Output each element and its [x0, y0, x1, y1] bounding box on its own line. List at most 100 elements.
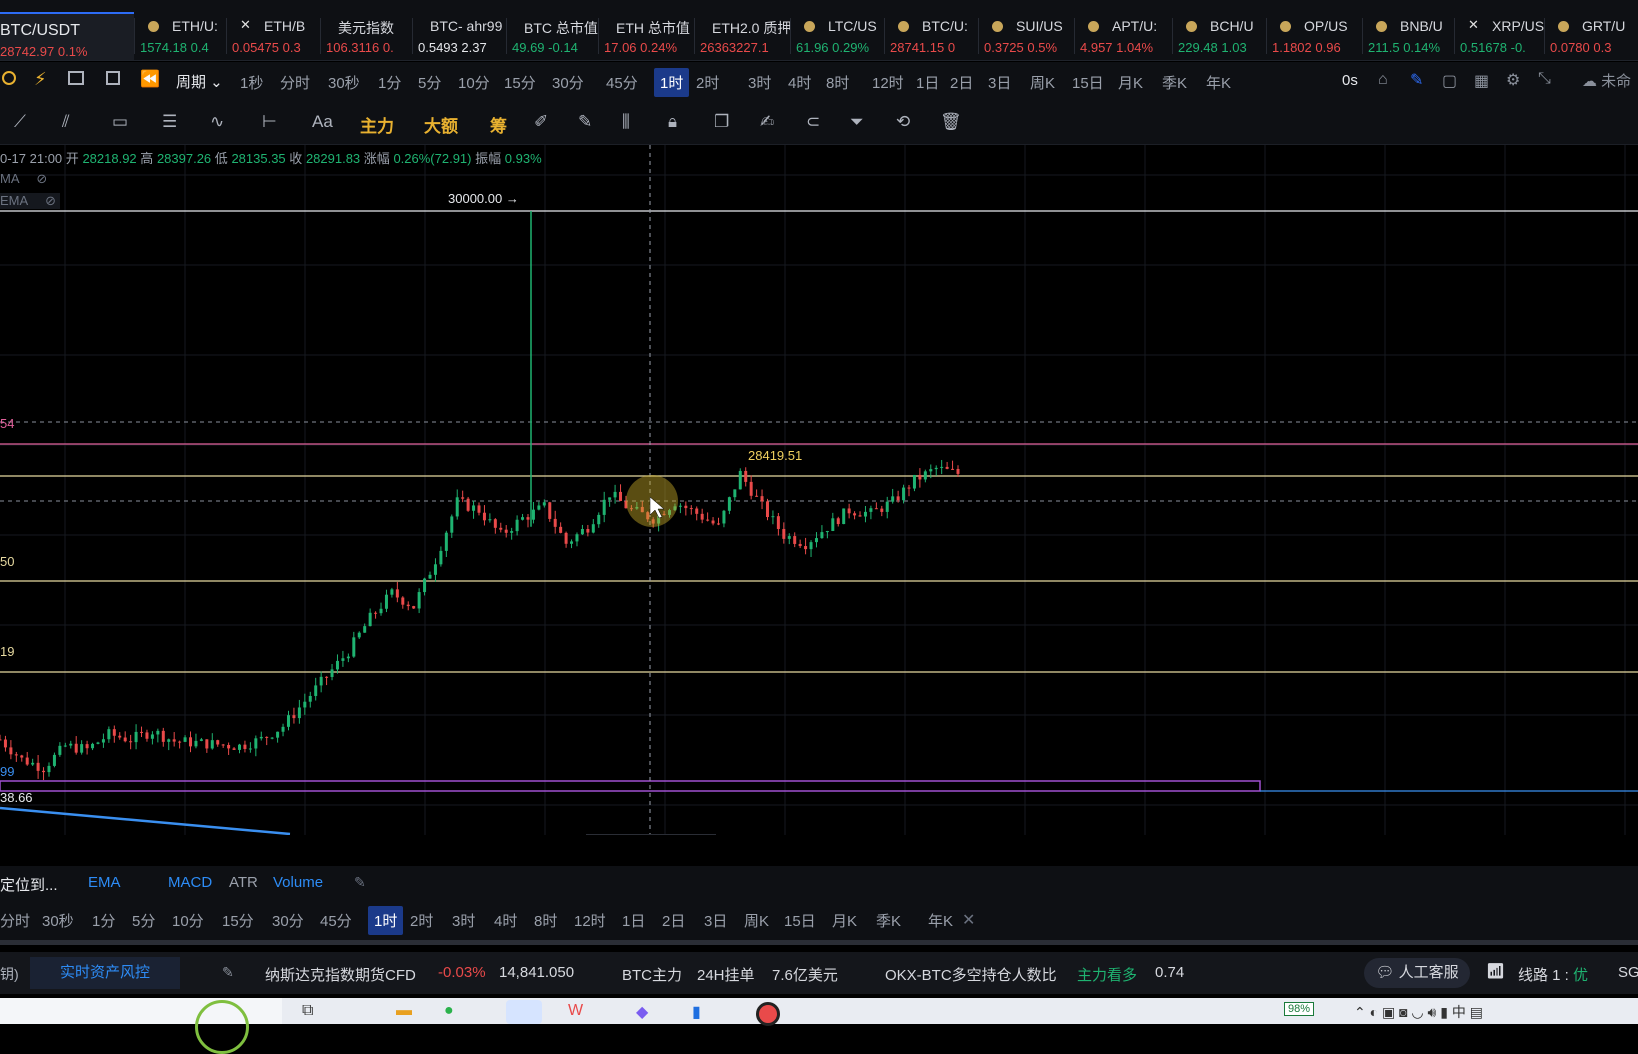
period-option[interactable]: 15日 [1072, 72, 1104, 93]
sub-period-option[interactable]: 1日 [622, 910, 645, 931]
period-option[interactable]: 年K [1206, 72, 1231, 93]
ticker-item[interactable]: ✕ ETH/B 0.05475 0.3 [232, 12, 324, 60]
ticker-item[interactable]: ✕ XRP/US 0.51678 -0. [1460, 12, 1550, 60]
period-option[interactable]: 2时 [696, 72, 719, 93]
tray-icons[interactable]: ⌃ ◐ ▣ ◙ ◡ 🔊︎ ▮ 中 ▤ [1354, 1002, 1483, 1022]
period-option[interactable]: 1分 [378, 72, 401, 93]
ticker-item[interactable]: BNB/U 211.5 0.14% [1368, 12, 1458, 60]
period-dropdown[interactable]: 周期 ⌄ [176, 71, 223, 92]
collapse-icon[interactable]: ⤡ [1538, 70, 1551, 88]
main-ticker[interactable]: BTC/USDT 28742.97 0.1% [0, 12, 134, 60]
edit-icon-status[interactable]: ✎ [222, 964, 234, 981]
period-option[interactable]: 3日 [988, 72, 1011, 93]
chips-button[interactable]: 筹 [490, 112, 507, 137]
edit-indicator-icon[interactable]: ✎ [354, 874, 366, 891]
ticker-item[interactable]: GRT/U 0.0780 0.3 [1550, 12, 1638, 60]
ma-overlay-label[interactable]: MA ⊘ [0, 171, 47, 187]
folder-icon[interactable]: ▬ [396, 1002, 412, 1020]
layout-icon[interactable] [106, 71, 120, 85]
ticker-item[interactable]: BTC/U: 28741.15 0 [890, 12, 980, 60]
ticker-item[interactable]: 美元指数 106.3116 0. [326, 12, 418, 60]
calendar-icon[interactable] [68, 71, 84, 85]
period-option[interactable]: 30秒 [328, 72, 360, 93]
measure-tool-icon[interactable]: ⊢ [262, 112, 277, 132]
close-icon[interactable]: ✕ [962, 910, 975, 930]
sub-period-option[interactable]: 2日 [662, 910, 685, 931]
trash-icon[interactable]: 🗑︎ [940, 112, 962, 132]
main-force-button[interactable]: 主力 [360, 112, 394, 137]
sub-period-option[interactable]: 15日 [784, 910, 816, 931]
sub-period-option[interactable]: 4时 [494, 910, 517, 931]
sub-period-option[interactable]: 30秒 [42, 910, 74, 931]
copy-icon[interactable]: ❐ [714, 112, 729, 132]
app-logo-icon[interactable] [195, 1000, 249, 1054]
sync-icon[interactable]: ⟲ [896, 112, 910, 132]
ticker-item[interactable]: ETH/U: 1574.18 0.4 [140, 12, 230, 60]
wave-tool-icon[interactable]: ∿ [210, 112, 224, 132]
edit-icon[interactable]: ✍ [760, 112, 774, 132]
chart-canvas[interactable]: 30000.00 →28419.515450199938.6610月 1310月… [0, 145, 1638, 835]
chart-icon[interactable]: ▦ [1474, 71, 1489, 91]
period-option[interactable]: 1秒 [240, 72, 263, 93]
period-option[interactable]: 10分 [458, 72, 490, 93]
locate-button[interactable]: 定位到... [0, 874, 58, 895]
big-amount-button[interactable]: 大额 [424, 112, 458, 137]
magnet-icon[interactable]: ⊂ [806, 112, 820, 132]
sub-period-option[interactable]: 8时 [534, 910, 557, 931]
camera-icon[interactable]: ⌂ [1378, 71, 1388, 89]
wechat-icon[interactable]: ● [444, 1002, 454, 1020]
ticker-item[interactable]: ETH 总市值 17.06 0.24% [604, 12, 696, 60]
record-icon[interactable] [756, 1002, 780, 1026]
parallel-tool-icon[interactable]: ⫽ [62, 112, 70, 132]
period-option[interactable]: 4时 [788, 72, 811, 93]
indicator-macd[interactable]: MACD [168, 874, 212, 891]
sub-period-option[interactable]: 3时 [452, 910, 475, 931]
period-option[interactable]: 1时 [654, 68, 690, 97]
document-icon[interactable]: ▮ [692, 1002, 701, 1022]
sub-period-option[interactable]: 月K [832, 910, 857, 931]
sub-period-option[interactable]: 周K [744, 910, 769, 931]
period-option[interactable]: 3时 [748, 72, 771, 93]
sub-period-option[interactable]: 2时 [410, 910, 433, 931]
period-option[interactable]: 30分 [552, 72, 584, 93]
settings-icon[interactable]: ⚙ [1506, 70, 1520, 90]
period-option[interactable]: 1日 [916, 72, 939, 93]
ticker-item[interactable]: BCH/U 229.48 1.03 [1178, 12, 1270, 60]
pencil-icon[interactable]: ✎ [1410, 70, 1423, 90]
app-icon[interactable]: ◆ [636, 1002, 648, 1022]
clock-icon[interactable] [2, 71, 16, 85]
period-option[interactable]: 2日 [950, 72, 973, 93]
period-option[interactable]: 15分 [504, 72, 536, 93]
rewind-icon[interactable]: ⏪ [140, 69, 160, 89]
eraser-icon[interactable]: ✎ [578, 112, 592, 132]
sub-period-option[interactable]: 年K [928, 910, 953, 931]
sub-period-option[interactable]: 分时 [0, 910, 30, 931]
wps-icon[interactable]: W [568, 1002, 583, 1020]
indicator-atr[interactable]: ATR [229, 874, 258, 891]
ticker-item[interactable]: BTC 总市值 49.69 -0.14 [512, 12, 604, 60]
line-tool-icon[interactable]: ⟋ [14, 112, 26, 132]
rect-tool-icon[interactable]: ▭ [112, 112, 128, 132]
sub-period-option[interactable]: 3日 [704, 910, 727, 931]
sub-period-option[interactable]: 12时 [574, 910, 606, 931]
sub-period-option[interactable]: 1时 [368, 906, 404, 935]
indicator-ema[interactable]: EMA [88, 874, 121, 891]
line-label[interactable]: 线路 1 : 优 [1518, 964, 1588, 985]
ticker-item[interactable]: ETH2.0 质押 26363227.1 [700, 12, 792, 60]
cloud-save[interactable]: ☁ 未命 [1582, 70, 1631, 91]
sub-period-option[interactable]: 5分 [132, 910, 155, 931]
frame-icon[interactable]: ▢ [1442, 71, 1457, 91]
indicator-volume[interactable]: Volume [273, 874, 323, 891]
period-option[interactable]: 8时 [826, 72, 849, 93]
ticker-item[interactable]: APT/U: 4.957 1.04% [1080, 12, 1174, 60]
lock-icon[interactable]: 🔒︎ [668, 112, 677, 132]
sub-period-option[interactable]: 45分 [320, 910, 352, 931]
period-option[interactable]: 周K [1030, 72, 1055, 93]
period-option[interactable]: 12时 [872, 72, 904, 93]
compare-icon[interactable]: ⫼ [622, 112, 630, 132]
risk-control-button[interactable]: 实时资产风控 [30, 957, 180, 989]
sub-period-option[interactable]: 15分 [222, 910, 254, 931]
sub-period-option[interactable]: 30分 [272, 910, 304, 931]
ema-overlay-label[interactable]: EMA ⊘ [0, 193, 60, 209]
hlines-tool-icon[interactable]: ☰ [162, 112, 177, 132]
